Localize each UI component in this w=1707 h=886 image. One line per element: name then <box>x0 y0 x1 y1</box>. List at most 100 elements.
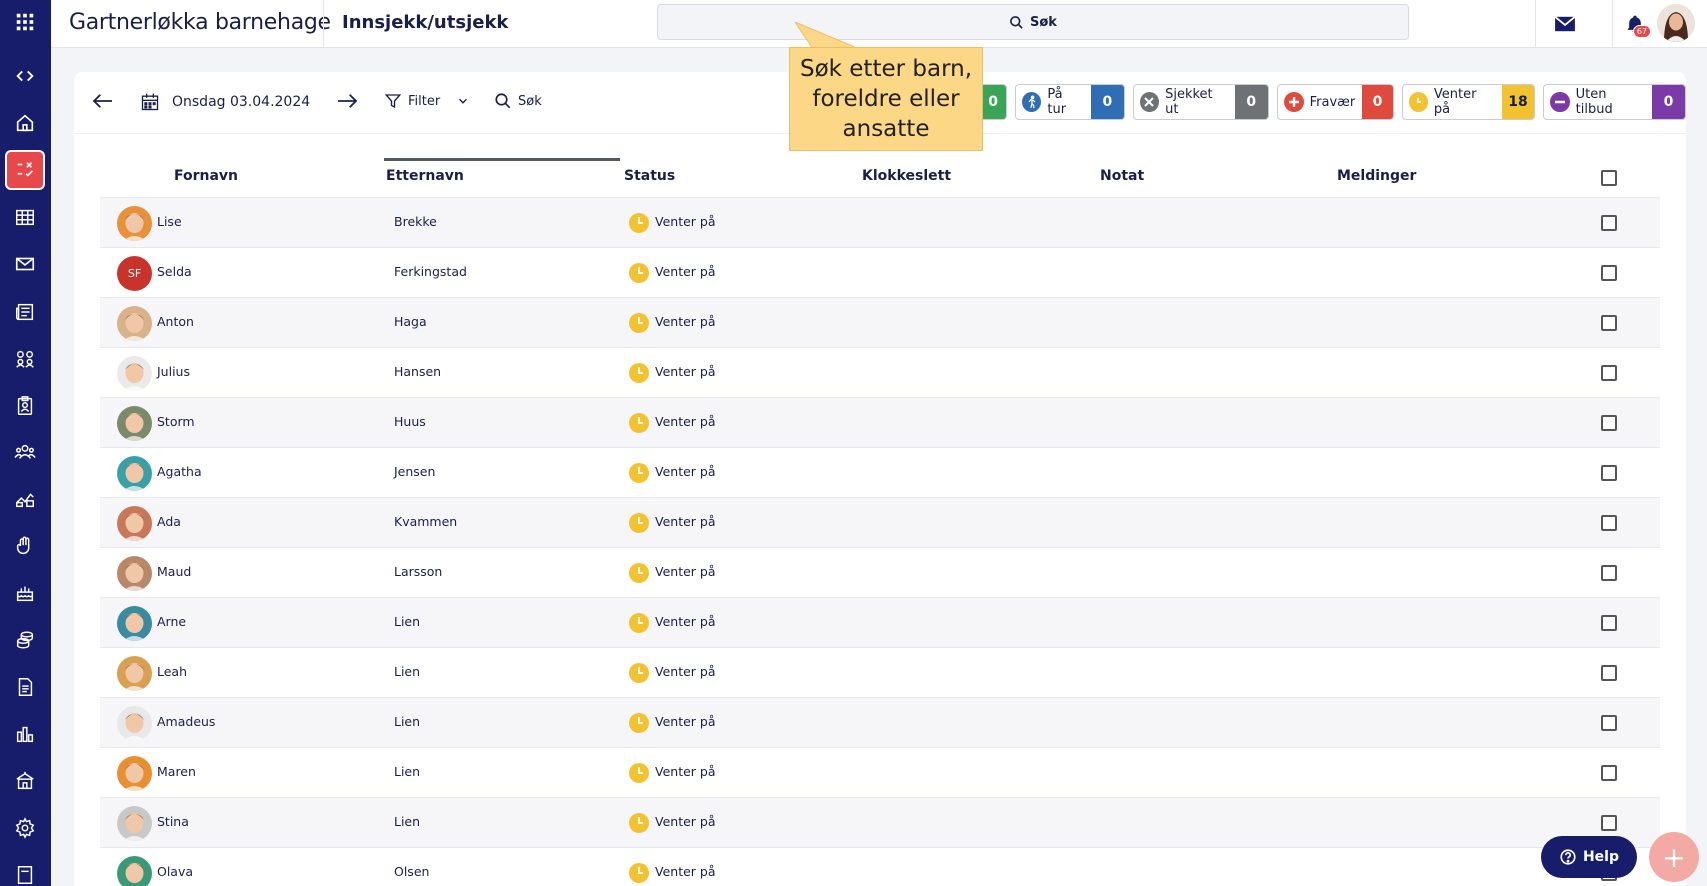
bar-chart-icon[interactable] <box>5 714 45 754</box>
people-icon[interactable] <box>5 432 45 472</box>
first-name-cell[interactable]: Olava <box>157 864 193 879</box>
first-name-cell[interactable]: Stina <box>157 814 189 829</box>
status-cell[interactable]: Venter på <box>655 464 716 479</box>
row-checkbox[interactable] <box>1601 465 1617 481</box>
document-icon[interactable] <box>5 667 45 707</box>
settings-gear-icon[interactable] <box>5 808 45 848</box>
table-row[interactable]: Olava Olsen Venter på <box>100 848 1660 886</box>
first-name-cell[interactable]: Maren <box>157 764 196 779</box>
child-face <box>123 763 146 791</box>
children-group-icon[interactable] <box>5 339 45 379</box>
table-row[interactable]: Ada Kvammen Venter på <box>100 498 1660 548</box>
status-cell[interactable]: Venter på <box>655 664 716 679</box>
first-name-cell[interactable]: Ada <box>157 514 181 529</box>
column-header-last-name[interactable]: Etternavn <box>386 168 464 184</box>
help-button[interactable]: Help <box>1541 836 1637 878</box>
row-checkbox[interactable] <box>1601 615 1617 631</box>
row-checkbox[interactable] <box>1601 315 1617 331</box>
hand-icon[interactable] <box>5 526 45 566</box>
cake-icon[interactable] <box>5 573 45 613</box>
table-row[interactable]: Stina Lien Venter på <box>100 798 1660 848</box>
status-chip-no-offer[interactable]: Uten tilbud 0 <box>1543 84 1686 120</box>
table-row[interactable]: Arne Lien Venter på <box>100 598 1660 648</box>
column-header-note[interactable]: Notat <box>1100 168 1144 184</box>
first-name-cell[interactable]: Leah <box>157 664 187 679</box>
status-cell[interactable]: Venter på <box>655 214 716 229</box>
table-row[interactable]: Anton Haga Venter på <box>100 298 1660 348</box>
first-name-cell[interactable]: Lise <box>157 214 182 229</box>
status-cell[interactable]: Venter på <box>655 814 716 829</box>
column-header-time[interactable]: Klokkeslett <box>862 168 951 184</box>
check-in-icon[interactable] <box>5 150 45 190</box>
status-cell[interactable]: Venter på <box>655 864 716 879</box>
row-checkbox[interactable] <box>1601 415 1617 431</box>
table-row[interactable]: Lise Brekke Venter på <box>100 198 1660 248</box>
first-name-cell[interactable]: Maud <box>157 564 191 579</box>
coins-icon[interactable] <box>5 620 45 660</box>
row-checkbox[interactable] <box>1601 215 1617 231</box>
first-name-cell[interactable]: Agatha <box>157 464 202 479</box>
kindergarten-building-icon[interactable] <box>5 761 45 801</box>
row-checkbox[interactable] <box>1601 665 1617 681</box>
table-search-button[interactable]: Søk <box>494 92 542 110</box>
column-header-first-name[interactable]: Fornavn <box>174 168 238 184</box>
row-checkbox[interactable] <box>1601 815 1617 831</box>
home-icon[interactable] <box>5 103 45 143</box>
user-avatar[interactable] <box>1657 4 1695 42</box>
next-day-button[interactable] <box>336 92 358 110</box>
filter-dropdown[interactable]: Filter <box>384 92 470 110</box>
table-row[interactable]: Julius Hansen Venter på <box>100 348 1660 398</box>
row-checkbox[interactable] <box>1601 515 1617 531</box>
status-cell[interactable]: Venter på <box>655 764 716 779</box>
book-icon[interactable] <box>5 855 45 886</box>
first-name-cell[interactable]: Storm <box>157 414 195 429</box>
row-checkbox[interactable] <box>1601 265 1617 281</box>
table-row[interactable]: Amadeus Lien Venter på <box>100 698 1660 748</box>
add-fab-button[interactable]: + <box>1649 832 1699 882</box>
status-chip-on-trip[interactable]: På tur 0 <box>1015 84 1125 120</box>
status-cell[interactable]: Venter på <box>655 264 716 279</box>
column-header-messages[interactable]: Meldinger <box>1337 168 1416 184</box>
mail-icon[interactable] <box>5 244 45 284</box>
table-row[interactable]: Storm Huus Venter på <box>100 398 1660 448</box>
status-cell[interactable]: Venter på <box>655 314 716 329</box>
status-cell[interactable]: Venter på <box>655 414 716 429</box>
select-all-checkbox[interactable] <box>1601 170 1617 186</box>
row-checkbox[interactable] <box>1601 565 1617 581</box>
first-name-cell[interactable]: Arne <box>157 614 186 629</box>
newspaper-icon[interactable] <box>5 292 45 332</box>
first-name-cell[interactable]: Amadeus <box>157 714 215 729</box>
activity-icon[interactable] <box>5 479 45 519</box>
row-checkbox[interactable] <box>1601 715 1617 731</box>
status-chip-checked-out[interactable]: Sjekket ut 0 <box>1132 84 1269 120</box>
status-chip-waiting[interactable]: Venter på 18 <box>1401 84 1536 120</box>
status-cell[interactable]: Venter på <box>655 364 716 379</box>
apps-grid-icon[interactable] <box>5 2 45 42</box>
table-row[interactable]: Agatha Jensen Venter på <box>100 448 1660 498</box>
child-face <box>123 313 146 341</box>
global-search-input[interactable]: Søk <box>657 4 1409 40</box>
table-row[interactable]: Maren Lien Venter på <box>100 748 1660 798</box>
status-chip-absence[interactable]: Fravær 0 <box>1276 84 1394 120</box>
first-name-cell[interactable]: Selda <box>157 264 192 279</box>
column-header-status[interactable]: Status <box>624 168 675 184</box>
previous-day-button[interactable] <box>92 92 114 110</box>
status-cell[interactable]: Venter på <box>655 564 716 579</box>
status-cell[interactable]: Venter på <box>655 614 716 629</box>
date-picker[interactable]: Onsdag 03.04.2024 <box>140 92 310 112</box>
status-cell[interactable]: Venter på <box>655 714 716 729</box>
first-name-cell[interactable]: Julius <box>157 364 190 379</box>
table-row[interactable]: Leah Lien Venter på <box>100 648 1660 698</box>
status-cell[interactable]: Venter på <box>655 514 716 529</box>
table-row[interactable]: Maud Larsson Venter på <box>100 548 1660 598</box>
first-name-cell[interactable]: Anton <box>157 314 194 329</box>
table-row[interactable]: SF Selda Ferkingstad Venter på <box>100 248 1660 298</box>
row-checkbox[interactable] <box>1601 365 1617 381</box>
row-checkbox[interactable] <box>1601 765 1617 781</box>
notifications-bell-icon[interactable]: 67 <box>1619 8 1651 40</box>
calendar-grid-icon[interactable] <box>5 197 45 237</box>
messages-envelope-icon[interactable] <box>1549 8 1581 40</box>
expand-sidebar-icon[interactable] <box>5 56 45 96</box>
clipboard-person-icon[interactable] <box>5 386 45 426</box>
status-chip-checked-in[interactable]: 0 <box>980 84 1008 120</box>
